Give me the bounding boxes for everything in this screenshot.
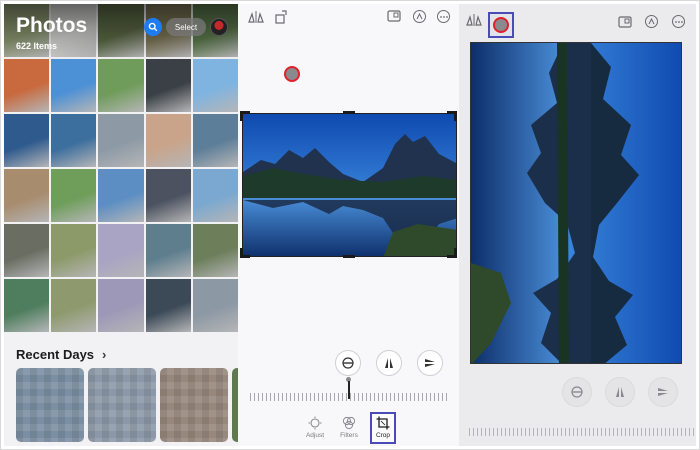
crop-handle[interactable] <box>454 111 457 121</box>
more-icon[interactable] <box>672 15 685 28</box>
rotated-photo[interactable] <box>470 42 682 364</box>
tap-marker <box>493 17 509 33</box>
photo-thumbnail[interactable] <box>98 114 144 167</box>
search-icon <box>148 22 158 32</box>
recent-day-card[interactable] <box>88 368 156 442</box>
filters-icon <box>342 416 356 430</box>
photo-thumbnail[interactable] <box>51 279 97 332</box>
vertical-perspective-icon <box>385 358 393 368</box>
recent-day-card[interactable] <box>16 368 84 442</box>
more-icon[interactable] <box>437 10 450 23</box>
photo-thumbnail[interactable] <box>51 59 97 112</box>
straighten-icon <box>342 357 354 369</box>
photo-thumbnail[interactable] <box>192 279 238 332</box>
flip-horizontal-icon[interactable] <box>466 13 482 27</box>
chevron-right-icon[interactable]: › <box>102 347 106 362</box>
straighten-icon <box>571 386 583 398</box>
vertical-perspective-button[interactable] <box>605 377 635 407</box>
photo-thumbnail[interactable] <box>51 224 97 277</box>
horizontal-perspective-icon <box>425 359 435 367</box>
crop-handle[interactable] <box>454 248 457 258</box>
vertical-perspective-button[interactable] <box>376 350 402 376</box>
crop-handle[interactable] <box>343 111 355 114</box>
photo-thumbnail[interactable] <box>145 114 191 167</box>
markup-icon[interactable] <box>645 15 658 28</box>
photo-thumbnail[interactable] <box>98 59 144 112</box>
angle-ruler[interactable] <box>469 428 695 436</box>
landscape-photo <box>243 114 456 256</box>
crop-editor-panel: Adjust Filters Crop <box>238 4 459 446</box>
photo-thumbnail[interactable] <box>145 169 191 222</box>
recent-days-section: Recent Days › <box>4 332 238 446</box>
tab-filters-label: Filters <box>340 432 358 439</box>
aspect-ratio-icon[interactable] <box>387 10 401 22</box>
select-button[interactable]: Select <box>166 18 206 36</box>
adjust-icon <box>308 416 322 430</box>
crop-handle[interactable] <box>240 111 243 121</box>
photo-thumbnail[interactable] <box>4 114 50 167</box>
tab-crop-label: Crop <box>375 432 391 439</box>
photo-thumbnail[interactable] <box>98 169 144 222</box>
photo-thumbnail[interactable] <box>192 169 238 222</box>
photo-thumbnail[interactable] <box>192 59 238 112</box>
horizontal-perspective-button[interactable] <box>417 350 443 376</box>
item-count: 622 Items <box>16 41 58 51</box>
straighten-button[interactable] <box>335 350 361 376</box>
tab-crop[interactable]: Crop <box>366 416 400 446</box>
horizontal-perspective-button[interactable] <box>648 377 678 407</box>
crop-handle[interactable] <box>240 248 243 258</box>
photo-thumbnail[interactable] <box>98 224 144 277</box>
photo-thumbnail[interactable] <box>145 59 191 112</box>
rotated-crop-panel <box>459 4 696 446</box>
straighten-button[interactable] <box>562 377 592 407</box>
tap-marker <box>284 66 300 82</box>
rotate-icon[interactable] <box>274 10 288 24</box>
crop-handle[interactable] <box>343 255 355 258</box>
vertical-perspective-icon <box>616 387 624 397</box>
ruler-center-mark <box>348 381 350 399</box>
tab-adjust-label: Adjust <box>305 432 325 439</box>
search-button[interactable] <box>144 18 162 36</box>
photo-thumbnail[interactable] <box>51 169 97 222</box>
rotated-landscape-photo <box>471 43 681 363</box>
photo-thumbnail[interactable] <box>192 224 238 277</box>
page-title: Photos <box>16 14 88 37</box>
aspect-ratio-icon[interactable] <box>618 16 632 28</box>
tab-adjust[interactable]: Adjust <box>298 416 332 446</box>
recent-day-card[interactable] <box>160 368 228 442</box>
photo-thumbnail[interactable] <box>4 59 50 112</box>
flip-horizontal-icon[interactable] <box>248 10 264 24</box>
photo-thumbnail[interactable] <box>98 279 144 332</box>
crop-photo[interactable] <box>242 113 457 257</box>
photo-thumbnail[interactable] <box>145 224 191 277</box>
photo-thumbnail[interactable] <box>192 114 238 167</box>
avatar[interactable] <box>210 18 228 36</box>
photo-thumbnail[interactable] <box>4 224 50 277</box>
tab-filters[interactable]: Filters <box>332 416 366 446</box>
photo-thumbnail[interactable] <box>4 279 50 332</box>
photo-thumbnail[interactable] <box>51 114 97 167</box>
photos-library-panel: Photos 622 Items Select Recent Days › <box>4 4 238 446</box>
photo-thumbnail[interactable] <box>145 279 191 332</box>
markup-icon[interactable] <box>413 10 426 23</box>
recent-days-title[interactable]: Recent Days <box>16 347 94 362</box>
horizontal-perspective-icon <box>658 388 668 396</box>
photo-thumbnail[interactable] <box>4 169 50 222</box>
crop-icon <box>376 416 390 430</box>
